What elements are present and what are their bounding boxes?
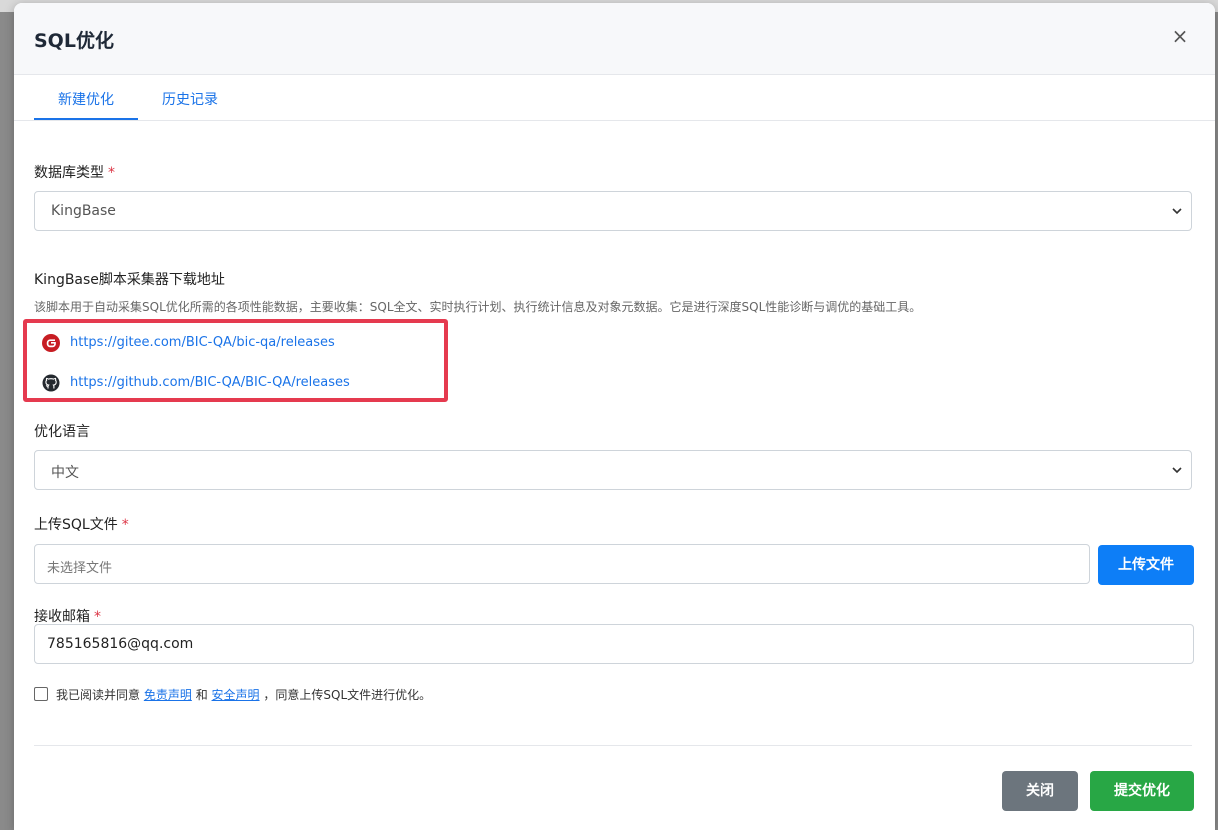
agreement-suffix: ，同意上传SQL文件进行优化。 (263, 688, 432, 702)
language-select[interactable]: 中文 (34, 450, 1192, 490)
email-value: 785165816@qq.com (47, 636, 194, 652)
close-button[interactable]: 关闭 (1002, 771, 1078, 811)
gitee-link[interactable]: https://gitee.com/BIC-QA/bic-qa/releases (70, 335, 335, 350)
upload-label-text: 上传SQL文件 (34, 517, 118, 533)
chevron-down-icon (1172, 467, 1182, 474)
file-input-placeholder: 未选择文件 (47, 561, 113, 576)
tab-bar: 新建优化 历史记录 (14, 75, 1215, 121)
footer-divider (34, 745, 1192, 746)
collector-title: KingBase脚本采集器下载地址 (34, 272, 225, 288)
dialog-header: SQL优化 × (14, 3, 1215, 75)
email-label-text: 接收邮箱 (34, 609, 90, 625)
db-type-selected-value: KingBase (51, 203, 116, 219)
required-mark: * (94, 609, 101, 625)
tab-new-optimize[interactable]: 新建优化 (58, 89, 114, 109)
agreement-and: 和 (195, 688, 208, 702)
sql-optimize-dialog: SQL优化 × 新建优化 历史记录 数据库类型 * KingBase KingBa… (14, 3, 1215, 830)
collector-description: 该脚本用于自动采集SQL优化所需的各项性能数据，主要收集：SQL全文、实时执行计… (34, 300, 922, 314)
email-field[interactable]: 785165816@qq.com (34, 624, 1194, 664)
github-icon (42, 374, 60, 392)
sql-file-input[interactable]: 未选择文件 (34, 544, 1090, 584)
email-label: 接收邮箱 * (34, 606, 101, 626)
agreement-prefix: 我已阅读并同意 (56, 688, 141, 702)
db-type-select[interactable]: KingBase (34, 191, 1192, 231)
upload-label: 上传SQL文件 * (34, 514, 129, 534)
security-statement-link[interactable]: 安全声明 (212, 688, 260, 702)
dialog-title: SQL优化 (34, 30, 114, 52)
active-tab-indicator (34, 118, 138, 120)
close-icon[interactable]: × (1169, 25, 1191, 47)
tab-history[interactable]: 历史记录 (162, 89, 218, 109)
disclaimer-link[interactable]: 免责声明 (144, 688, 192, 702)
required-mark: * (108, 165, 115, 181)
github-link[interactable]: https://github.com/BIC-QA/BIC-QA/release… (70, 375, 350, 390)
chevron-down-icon (1172, 208, 1182, 215)
upload-file-button[interactable]: 上传文件 (1098, 545, 1194, 585)
db-type-label-text: 数据库类型 (34, 165, 104, 181)
gitee-icon (42, 334, 60, 352)
language-selected-value: 中文 (51, 465, 79, 481)
agreement-checkbox[interactable] (34, 687, 48, 701)
submit-optimize-button[interactable]: 提交优化 (1090, 771, 1194, 811)
db-type-label: 数据库类型 * (34, 162, 115, 182)
agreement-text: 我已阅读并同意 免责声明 和 安全声明 ，同意上传SQL文件进行优化。 (56, 686, 431, 703)
required-mark: * (121, 517, 129, 533)
language-label: 优化语言 (34, 424, 90, 440)
